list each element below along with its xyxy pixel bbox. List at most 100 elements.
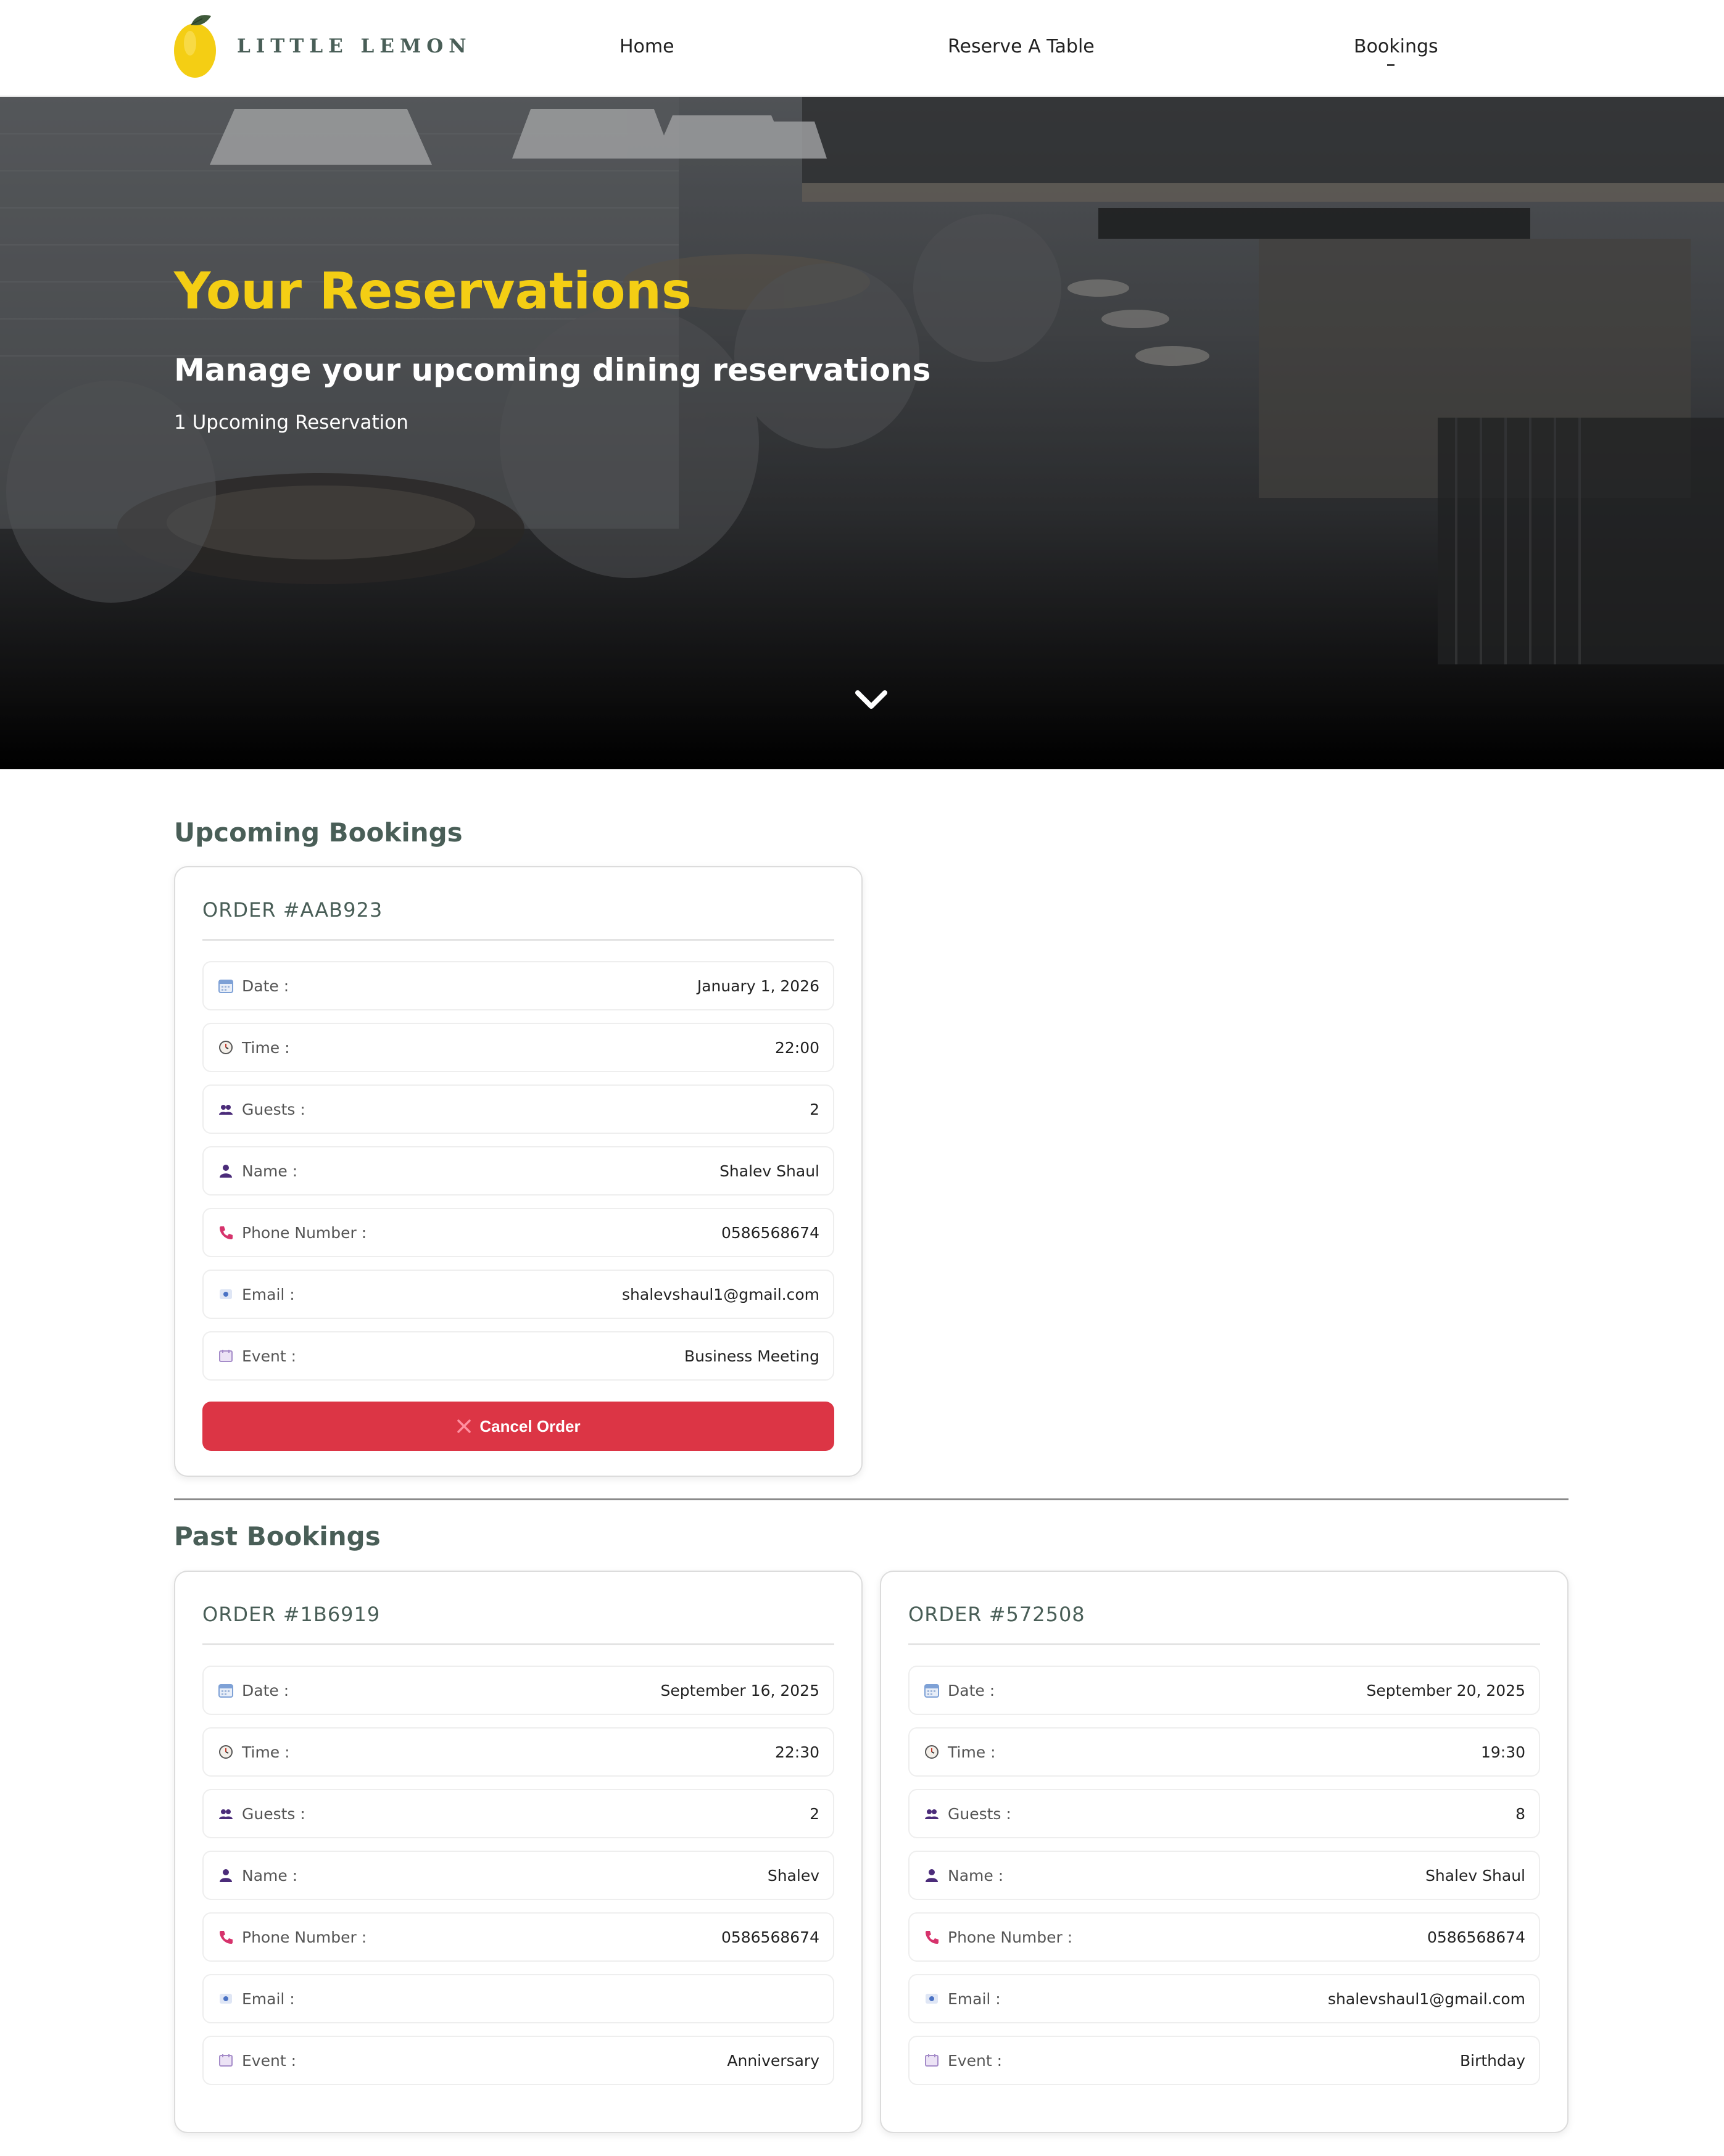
booking-row-email: Email : shalevshaul1@gmail.com xyxy=(908,1974,1540,2023)
row-label: Phone Number : xyxy=(242,1928,367,1946)
order-divider xyxy=(202,1643,834,1645)
email-icon xyxy=(923,1990,940,2007)
row-label: Guests : xyxy=(948,1804,1011,1823)
email-icon xyxy=(217,1286,234,1303)
calendar-icon xyxy=(217,1682,234,1699)
booking-row-name: Name : Shalev Shaul xyxy=(908,1851,1540,1900)
person-icon xyxy=(217,1162,234,1179)
brand-name: LITTLE LEMON xyxy=(237,35,472,57)
guests-icon xyxy=(923,1805,940,1822)
booking-row-date: Date : January 1, 2026 xyxy=(202,961,834,1010)
nav-home-link[interactable]: Home xyxy=(620,36,674,57)
row-label: Email : xyxy=(242,1989,295,2008)
row-label: Time : xyxy=(948,1743,996,1761)
row-value: Shalev Shaul xyxy=(1425,1866,1525,1885)
guests-icon xyxy=(217,1101,234,1118)
booking-row-guests: Guests : 2 xyxy=(202,1084,834,1134)
row-label: Event : xyxy=(948,2051,1002,2070)
booking-row-phone: Phone Number : 0586568674 xyxy=(202,1912,834,1962)
upcoming-count-text: 1 Upcoming Reservation xyxy=(174,411,408,434)
row-value: Business Meeting xyxy=(684,1347,819,1365)
order-id: ORDER #AAB923 xyxy=(202,898,383,922)
row-value: Birthday xyxy=(1459,2051,1525,2070)
row-value: shalevshaul1@gmail.com xyxy=(1328,1989,1525,2008)
booking-card-upcoming: ORDER #AAB923 Date : January 1, 2026 Tim… xyxy=(174,866,863,1477)
row-value: January 1, 2026 xyxy=(697,977,819,995)
active-nav-indicator xyxy=(1387,64,1395,66)
row-label: Name : xyxy=(242,1162,298,1180)
row-label: Email : xyxy=(948,1989,1001,2008)
booking-row-time: Time : 19:30 xyxy=(908,1727,1540,1777)
row-value: 19:30 xyxy=(1480,1743,1525,1761)
row-value: 0586568674 xyxy=(1427,1928,1525,1946)
person-icon xyxy=(217,1867,234,1884)
clock-icon xyxy=(217,1039,234,1056)
nav-bookings-link[interactable]: Bookings xyxy=(1354,36,1438,57)
phone-icon xyxy=(217,1224,234,1241)
calendar-icon xyxy=(923,1682,940,1699)
clock-icon xyxy=(217,1743,234,1761)
row-value: 8 xyxy=(1515,1804,1525,1823)
booking-row-guests: Guests : 8 xyxy=(908,1789,1540,1838)
row-label: Date : xyxy=(242,1681,289,1700)
person-icon xyxy=(923,1867,940,1884)
row-label: Date : xyxy=(948,1681,995,1700)
booking-row-guests: Guests : 2 xyxy=(202,1789,834,1838)
phone-icon xyxy=(217,1928,234,1946)
row-label: Name : xyxy=(242,1866,298,1885)
booking-row-time: Time : 22:00 xyxy=(202,1023,834,1072)
booking-row-email: Email : shalevshaul1@gmail.com xyxy=(202,1270,834,1319)
booking-row-event: Event : Business Meeting xyxy=(202,1331,834,1381)
hero-banner: Your Reservations Manage your upcoming d… xyxy=(0,97,1724,769)
booking-row-phone: Phone Number : 0586568674 xyxy=(908,1912,1540,1962)
row-label: Guests : xyxy=(242,1100,305,1118)
booking-card-past: ORDER #1B6919 Date : September 16, 2025 … xyxy=(174,1571,863,2133)
booking-row-email: Email : xyxy=(202,1974,834,2023)
row-label: Event : xyxy=(242,2051,296,2070)
top-navbar: LITTLE LEMON Home Reserve A Table Bookin… xyxy=(0,0,1724,97)
booking-row-name: Name : Shalev xyxy=(202,1851,834,1900)
booking-card-past: ORDER #572508 Date : September 20, 2025 … xyxy=(880,1571,1569,2133)
row-value: September 20, 2025 xyxy=(1366,1681,1525,1700)
section-divider xyxy=(174,1498,1569,1500)
row-value: Shalev Shaul xyxy=(719,1162,819,1180)
booking-row-date: Date : September 16, 2025 xyxy=(202,1666,834,1715)
row-value: 22:30 xyxy=(774,1743,819,1761)
brand-logo[interactable]: LITTLE LEMON xyxy=(173,12,472,80)
booking-row-date: Date : September 20, 2025 xyxy=(908,1666,1540,1715)
row-label: Name : xyxy=(948,1866,1004,1885)
cancel-order-button[interactable]: Cancel Order xyxy=(202,1402,834,1451)
lemon-icon xyxy=(173,12,218,80)
row-label: Event : xyxy=(242,1347,296,1365)
row-value: Shalev xyxy=(767,1866,819,1885)
row-value: September 16, 2025 xyxy=(660,1681,819,1700)
row-value: 0586568674 xyxy=(721,1223,819,1242)
event-icon xyxy=(217,2052,234,2069)
event-icon xyxy=(217,1347,234,1365)
chevron-down-icon[interactable] xyxy=(854,688,889,712)
row-value: 2 xyxy=(810,1804,819,1823)
row-label: Guests : xyxy=(242,1804,305,1823)
nav-reserve-link[interactable]: Reserve A Table xyxy=(948,36,1095,57)
row-value: Anniversary xyxy=(727,2051,819,2070)
order-id: ORDER #572508 xyxy=(908,1603,1085,1626)
order-divider xyxy=(908,1643,1540,1645)
booking-row-name: Name : Shalev Shaul xyxy=(202,1146,834,1196)
cancel-order-label: Cancel Order xyxy=(479,1416,581,1435)
calendar-icon xyxy=(217,977,234,994)
booking-row-event: Event : Birthday xyxy=(908,2036,1540,2085)
booking-row-time: Time : 22:30 xyxy=(202,1727,834,1777)
clock-icon xyxy=(923,1743,940,1761)
booking-row-phone: Phone Number : 0586568674 xyxy=(202,1208,834,1257)
row-value: 2 xyxy=(810,1100,819,1118)
close-icon xyxy=(456,1418,472,1434)
row-value: 0586568674 xyxy=(721,1928,819,1946)
order-divider xyxy=(202,939,834,941)
row-label: Email : xyxy=(242,1285,295,1303)
row-value: 22:00 xyxy=(774,1038,819,1057)
row-value: shalevshaul1@gmail.com xyxy=(622,1285,819,1303)
upcoming-bookings-heading: Upcoming Bookings xyxy=(174,817,463,848)
hero-subtitle: Manage your upcoming dining reservations xyxy=(174,352,931,388)
row-label: Phone Number : xyxy=(948,1928,1073,1946)
booking-row-event: Event : Anniversary xyxy=(202,2036,834,2085)
